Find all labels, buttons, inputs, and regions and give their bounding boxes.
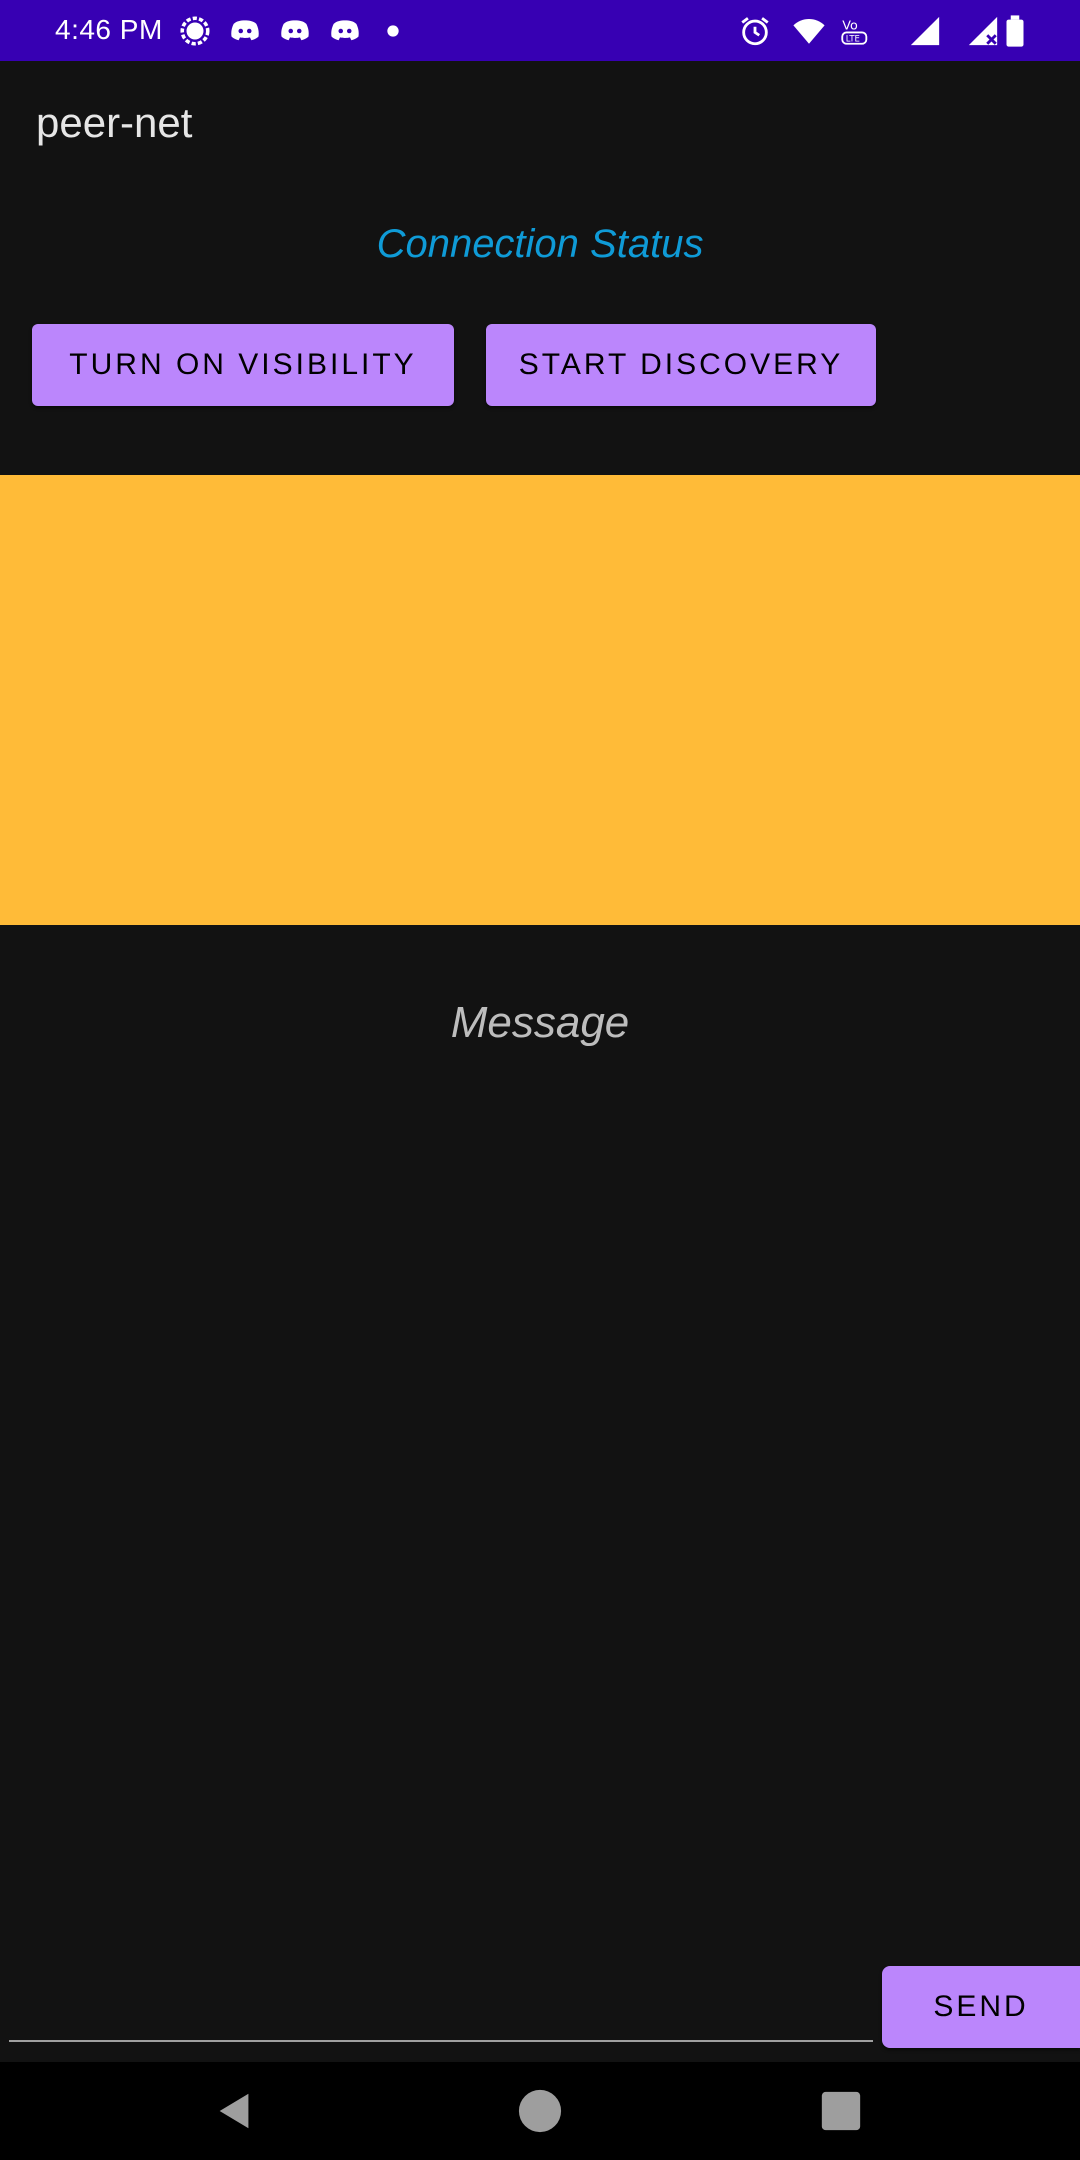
app-title: peer-net bbox=[36, 99, 193, 146]
status-time: 4:46 PM bbox=[55, 14, 163, 45]
wifi-icon bbox=[792, 14, 826, 48]
cell-signal-no-icon bbox=[966, 14, 1000, 48]
alarm-icon bbox=[738, 14, 772, 48]
discord-icon bbox=[328, 14, 362, 48]
message-placeholder: Message bbox=[450, 998, 630, 1047]
send-button[interactable]: SEND bbox=[882, 1966, 1080, 2048]
start-discovery-button[interactable]: START DISCOVERY bbox=[486, 324, 876, 406]
signal-app-icon bbox=[178, 14, 212, 48]
discord-icon bbox=[228, 14, 262, 48]
status-bar: 4:46 PM Vo LTE bbox=[0, 0, 1080, 61]
message-input[interactable] bbox=[9, 2040, 873, 2042]
home-icon[interactable] bbox=[517, 2088, 563, 2134]
navigation-bar bbox=[0, 2062, 1080, 2160]
discord-icon bbox=[278, 14, 312, 48]
recents-icon[interactable] bbox=[818, 2088, 864, 2134]
cell-signal-icon bbox=[908, 14, 942, 48]
app-bar: peer-net bbox=[0, 61, 1080, 191]
svg-text:Vo: Vo bbox=[842, 19, 858, 34]
connection-status-label: Connection Status bbox=[376, 222, 704, 266]
peer-list-panel bbox=[0, 475, 1080, 925]
back-icon[interactable] bbox=[212, 2088, 258, 2134]
volte-icon: Vo LTE bbox=[838, 14, 872, 48]
turn-on-visibility-button[interactable]: TURN ON VISIBILITY bbox=[32, 324, 454, 406]
dot-icon bbox=[376, 14, 410, 48]
svg-text:LTE: LTE bbox=[846, 35, 860, 45]
battery-icon bbox=[1003, 14, 1027, 48]
